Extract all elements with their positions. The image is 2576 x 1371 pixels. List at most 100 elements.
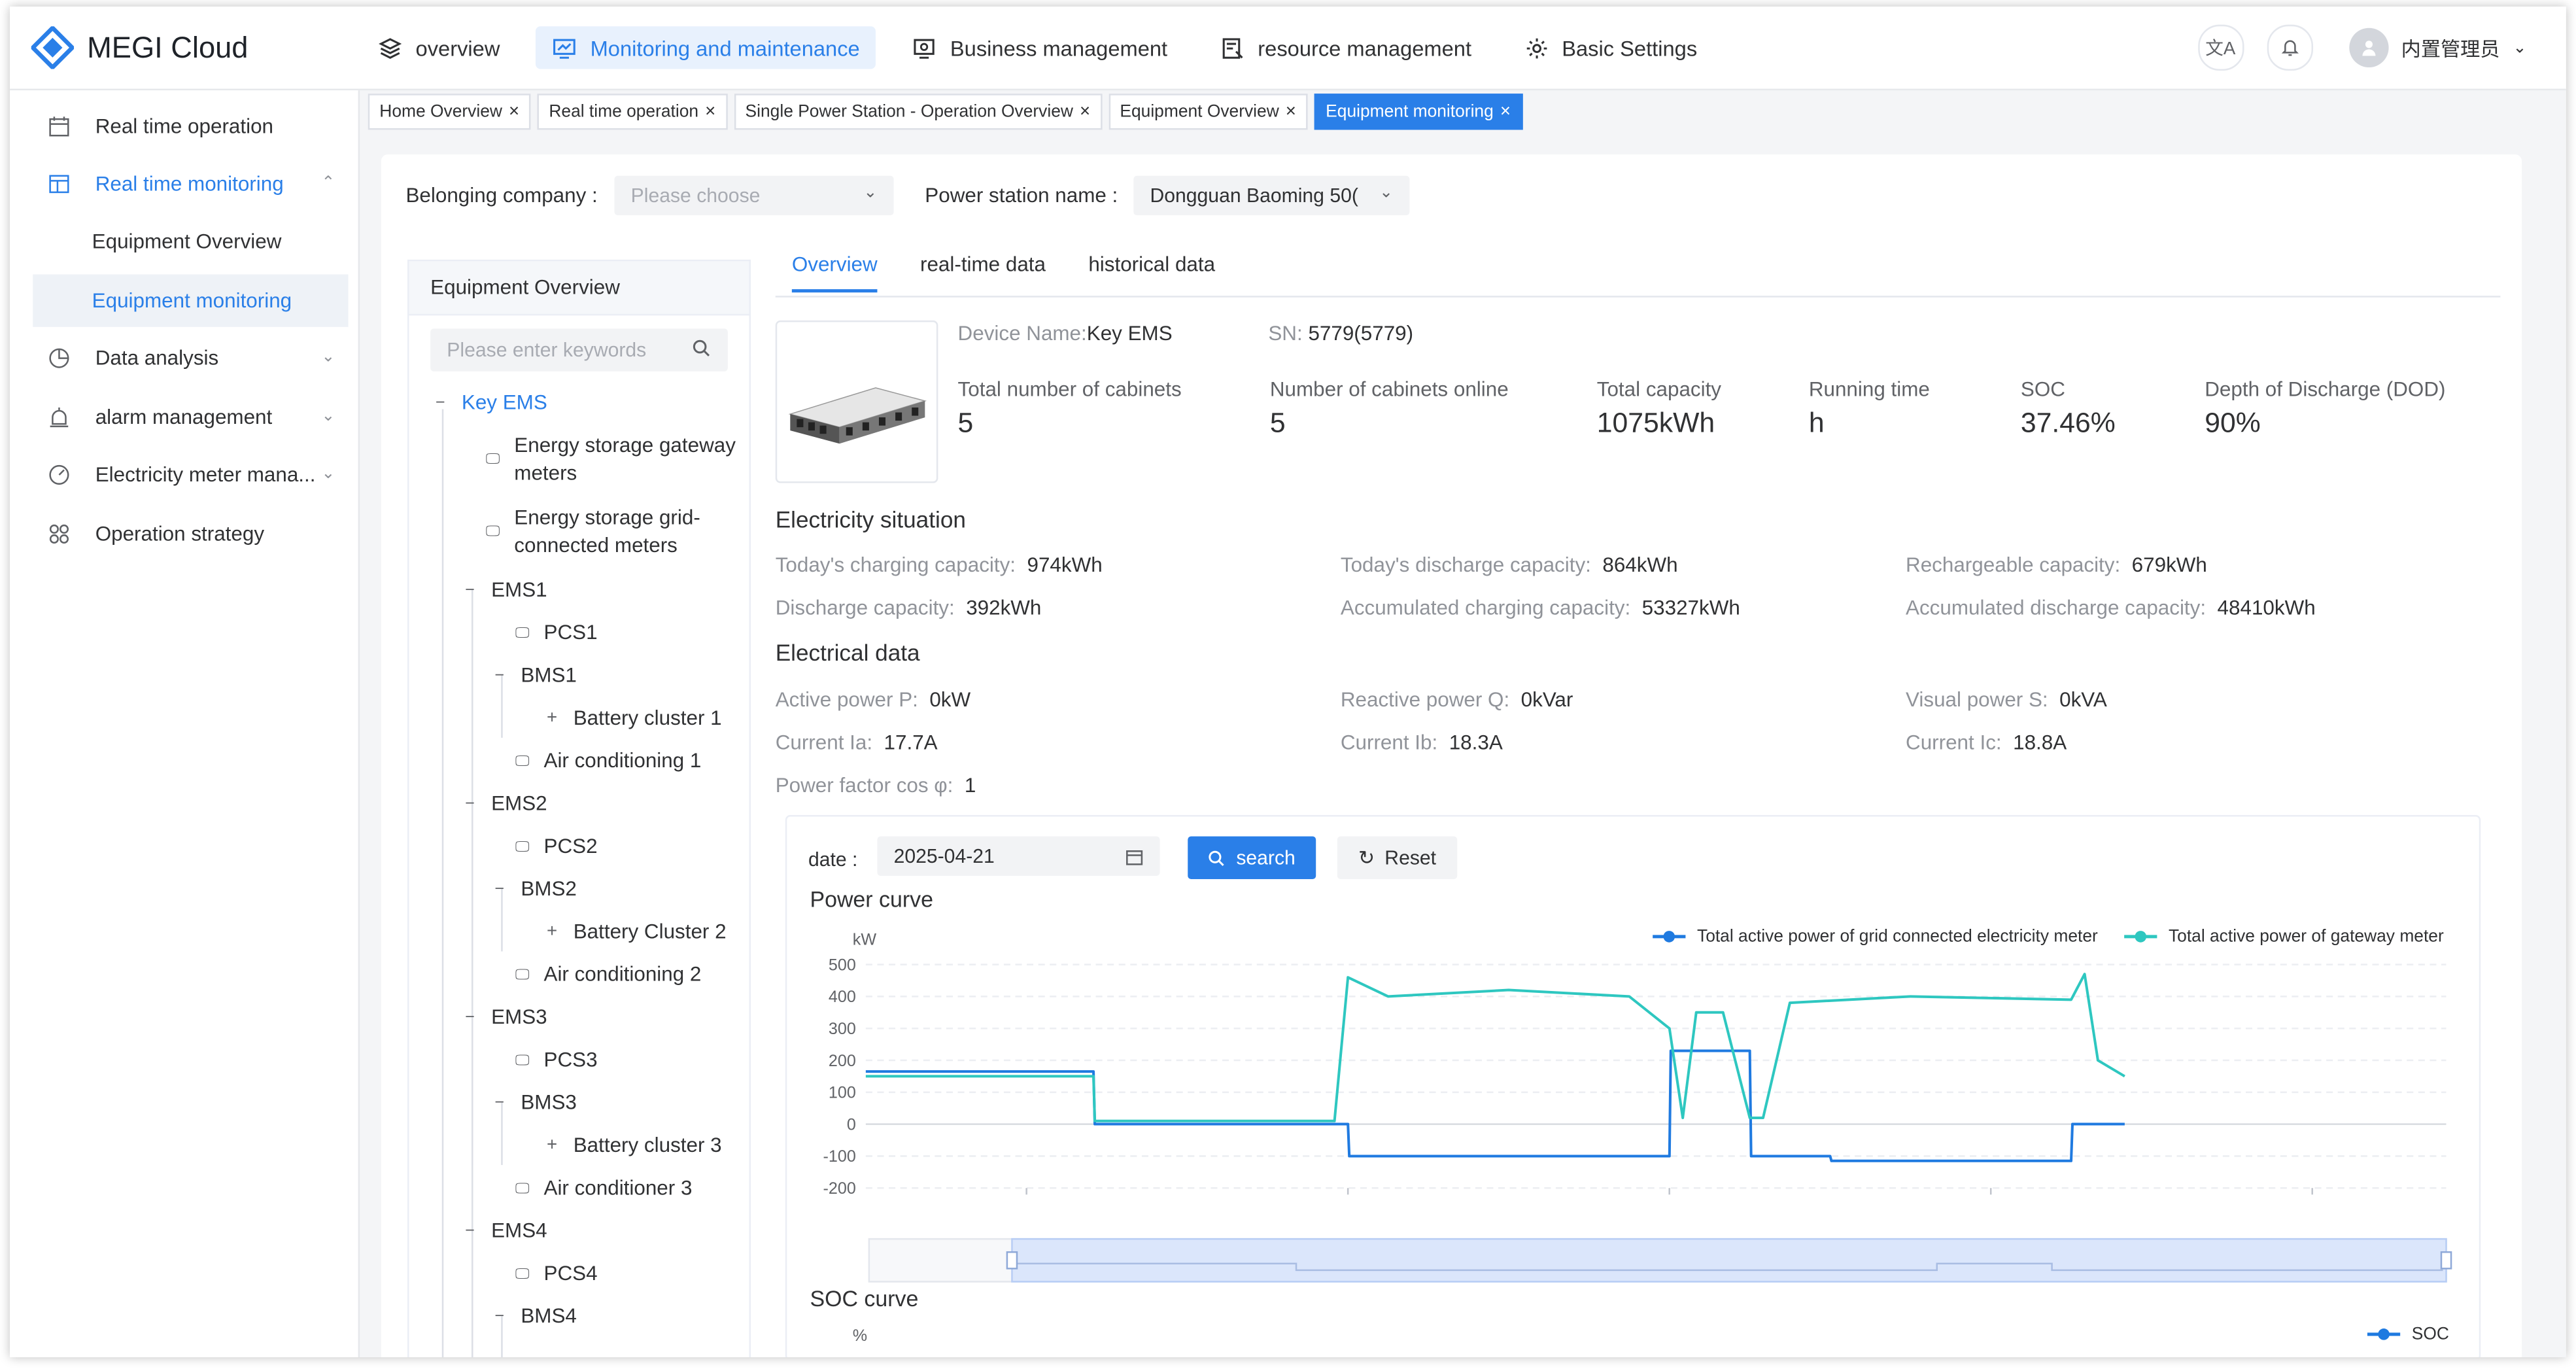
nav-overview[interactable]: overview (362, 26, 517, 69)
collapse-toggle-icon[interactable]: − (488, 1303, 511, 1331)
close-icon[interactable]: × (705, 102, 715, 122)
tab-divider (775, 296, 2501, 298)
legend-soc[interactable]: SOC (2365, 1325, 2449, 1344)
bell-icon (2280, 40, 2298, 56)
close-icon[interactable]: × (1080, 102, 1090, 122)
tree-search-input[interactable]: Please enter keywords (430, 328, 728, 372)
electrical-item: Visual power S: 0kVA (1906, 688, 2107, 712)
tree-node[interactable]: − BMS2 (488, 876, 577, 904)
user-name[interactable]: 内置管理员 (2401, 33, 2500, 61)
tree-node[interactable]: 🖵 Air conditioning 2 (488, 962, 701, 990)
nav-monitoring[interactable]: Monitoring and maintenance (536, 26, 876, 69)
power-curve-chart: kW5004003002001000-100-20004:0008:0012:0… (823, 930, 2452, 1283)
tree-node[interactable]: − BMS1 (488, 662, 577, 690)
tree-node-label: BMS3 (521, 1091, 577, 1115)
tab-realtime-operation[interactable]: Real time operation × (537, 94, 727, 130)
tree-node[interactable]: 🖵 Energy storage gateway meters (458, 432, 744, 488)
y-tick-label: 100 (829, 1084, 856, 1102)
collapse-toggle-icon[interactable]: − (488, 1090, 511, 1118)
logo[interactable]: MEGI Cloud (31, 26, 249, 69)
page-tabs: Home Overview × Real time operation × Sing… (368, 94, 1529, 130)
sidebar-item-realtime-operation[interactable]: Real time operation (33, 100, 348, 152)
tree-node[interactable]: − EMS2 (458, 790, 547, 818)
tree-node[interactable]: + Battery Cluster 2 (517, 918, 727, 946)
tab-equipment-monitoring[interactable]: Equipment monitoring × (1314, 94, 1522, 130)
tree-node[interactable]: − Key EMS (429, 389, 547, 417)
tree-guide-line (441, 409, 444, 1357)
electrical-item: Current Ib: 18.3A (1340, 731, 1503, 755)
tree-node[interactable]: 🖵 PCS2 (488, 833, 598, 861)
electricity-item: Accumulated discharge capacity: 48410kWh (1906, 596, 2316, 620)
tree-node-label: PCS3 (543, 1048, 598, 1071)
station-select[interactable]: Dongguan Baoming 50( ⌄ (1133, 175, 1410, 216)
sidebar-item-meter[interactable]: Electricity meter mana... ⌄ (33, 449, 348, 501)
nav-overview-label: overview (415, 35, 500, 60)
close-icon[interactable]: × (1500, 102, 1511, 122)
device-icon: 🖵 (485, 450, 500, 467)
tree-node[interactable]: − BMS3 (488, 1090, 577, 1118)
tab-home-overview[interactable]: Home Overview × (368, 94, 531, 130)
tree-node-label: EMS2 (491, 791, 547, 816)
tab-single-station[interactable]: Single Power Station - Operation Overvie… (733, 94, 1102, 130)
tree-node[interactable]: + Battery cluster 3 (517, 1132, 722, 1160)
collapse-toggle-icon[interactable]: − (458, 790, 481, 818)
stat-label: Total number of cabinets (957, 377, 1182, 401)
avatar[interactable] (2348, 27, 2388, 67)
tab-historical-data[interactable]: historical data (1088, 253, 1215, 292)
collapse-toggle-icon[interactable]: − (488, 876, 511, 904)
electrical-item: Reactive power Q: 0kVar (1340, 688, 1573, 712)
tree-node-label: EMS4 (491, 1219, 547, 1243)
tab-equipment-overview[interactable]: Equipment Overview × (1108, 94, 1308, 130)
close-icon[interactable]: × (509, 102, 519, 122)
electrical-item: Power factor cos φ: 1 (775, 774, 976, 797)
nav-resource[interactable]: resource management (1203, 26, 1488, 69)
collapse-toggle-icon[interactable]: − (429, 389, 452, 417)
app-frame: MEGI Cloud overview Monitoring and maint… (10, 7, 2566, 1357)
sidebar-item-label: Equipment Overview (92, 230, 282, 253)
equipment-tree-panel: Equipment Overview Please enter keywords… (407, 259, 751, 1357)
sidebar-item-data-analysis[interactable]: Data analysis ⌄ (33, 332, 348, 384)
y-tick-label: 500 (829, 956, 856, 974)
close-icon[interactable]: × (1286, 102, 1296, 122)
sidebar-item-equipment-overview[interactable]: Equipment Overview (33, 215, 348, 268)
nav-settings[interactable]: Basic Settings (1507, 26, 1713, 69)
sidebar-item-alarm[interactable]: alarm management ⌄ (33, 391, 348, 443)
reset-button[interactable]: ↻ Reset (1337, 836, 1458, 879)
pie-chart-icon (46, 345, 72, 372)
collapse-toggle-icon[interactable]: − (488, 662, 511, 690)
sidebar-item-strategy[interactable]: Operation strategy (33, 508, 348, 560)
sidebar-item-equipment-monitoring[interactable]: Equipment monitoring (33, 274, 349, 327)
collapse-toggle-icon[interactable]: − (458, 577, 481, 605)
nav-business[interactable]: Business management (896, 26, 1184, 69)
tree-node[interactable]: − EMS3 (458, 1004, 547, 1032)
tree-node[interactable]: − BMS4 (488, 1303, 577, 1331)
tree-node[interactable]: 🖵 PCS4 (488, 1260, 598, 1289)
collapse-toggle-icon[interactable]: − (458, 1217, 481, 1245)
tree-node[interactable]: − EMS1 (458, 577, 547, 605)
tree-node[interactable]: 🖵 Air conditioning 1 (488, 748, 701, 776)
tree-node[interactable]: 🖵 PCS3 (488, 1047, 598, 1075)
date-value: 2025-04-21 (893, 844, 995, 868)
notification-button[interactable] (2266, 24, 2313, 71)
company-select[interactable]: Please choose ⌄ (614, 175, 894, 216)
sidebar: Real time operation Real time monitoring… (10, 90, 360, 1357)
tree-node[interactable]: 🖵 PCS1 (488, 619, 598, 648)
tab-realtime-data[interactable]: real-time data (920, 253, 1046, 292)
chevron-down-icon[interactable]: ⌄ (2513, 39, 2527, 57)
search-icon[interactable] (692, 338, 712, 358)
tab-overview[interactable]: Overview (791, 253, 878, 293)
device-icon: 🖵 (515, 1051, 530, 1068)
translate-button[interactable]: 文A (2197, 24, 2244, 71)
search-button[interactable]: search (1188, 836, 1316, 879)
stat-value: 5 (1269, 408, 1286, 439)
tree-node-label: BMS4 (521, 1304, 577, 1328)
sidebar-item-label: Electricity meter mana... (95, 463, 316, 487)
collapse-toggle-icon[interactable]: − (458, 1004, 481, 1032)
date-picker[interactable]: 2025-04-21 (877, 836, 1160, 876)
tree-node[interactable]: 🖵 Air conditioner 3 (488, 1175, 692, 1203)
tree-node[interactable]: 🖵 Energy storage grid-connected meters (458, 504, 744, 560)
tree-node[interactable]: + Battery cluster 1 (517, 705, 722, 733)
device-icon: 🖵 (515, 1265, 530, 1282)
tree-node[interactable]: − EMS4 (458, 1217, 547, 1245)
sidebar-item-realtime-monitoring[interactable]: Real time monitoring ⌃ (33, 158, 348, 210)
